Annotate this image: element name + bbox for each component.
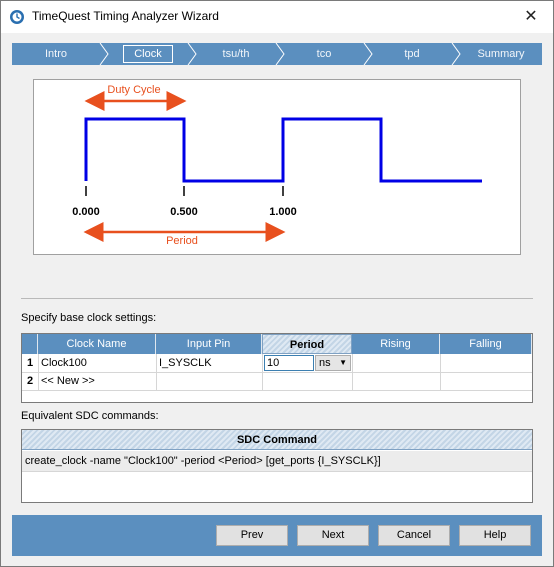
clock-settings-table: Clock Name Input Pin Period Rising Falli… xyxy=(21,333,533,403)
wizard-footer: Prev Next Cancel Help xyxy=(12,515,542,556)
section-divider xyxy=(21,298,533,299)
clock-waveform-diagram: Duty Cycle 0.000 0.500 1.000 Period xyxy=(33,79,521,255)
period-label: Period xyxy=(166,235,198,247)
row-divider xyxy=(22,390,532,391)
sdc-command-row[interactable]: create_clock -name "Clock100" -period <P… xyxy=(22,451,532,472)
period-unit-select[interactable]: ns ▼ xyxy=(315,355,351,371)
column-header-sdc-command[interactable]: SDC Command xyxy=(22,430,532,450)
clock-name-cell[interactable]: Clock100 xyxy=(41,355,153,372)
column-divider xyxy=(262,354,263,390)
cancel-button[interactable]: Cancel xyxy=(378,525,450,546)
step-tpd[interactable]: tpd xyxy=(372,43,452,65)
tick-label: 0.500 xyxy=(170,206,198,218)
column-header-rising[interactable]: Rising xyxy=(352,334,440,354)
period-input[interactable]: 10 xyxy=(264,355,314,371)
input-pin-cell[interactable]: I_SYSCLK xyxy=(159,355,259,372)
step-tco[interactable]: tco xyxy=(284,43,364,65)
column-divider xyxy=(38,354,39,390)
sdc-commands-table: SDC Command create_clock -name "Clock100… xyxy=(21,429,533,503)
dropdown-arrow-icon: ▼ xyxy=(339,358,347,367)
row-header-corner xyxy=(22,334,38,354)
column-divider xyxy=(440,354,441,390)
column-divider xyxy=(352,354,353,390)
step-summary[interactable]: Summary xyxy=(460,43,542,65)
waveform-svg: Duty Cycle 0.000 0.500 1.000 Period xyxy=(72,84,482,247)
next-button[interactable]: Next xyxy=(297,525,369,546)
sdc-commands-label: Equivalent SDC commands: xyxy=(21,410,159,422)
row-number: 2 xyxy=(22,373,38,390)
clock-waveform xyxy=(84,117,482,183)
help-button[interactable]: Help xyxy=(459,525,531,546)
duty-cycle-label: Duty Cycle xyxy=(107,84,160,96)
column-divider xyxy=(156,354,157,390)
tick-label: 1.000 xyxy=(269,206,297,218)
new-clock-cell[interactable]: << New >> xyxy=(41,373,153,390)
wizard-window: TimeQuest Timing Analyzer Wizard ✕ Intro… xyxy=(0,0,554,567)
window-title: TimeQuest Timing Analyzer Wizard xyxy=(32,9,219,23)
column-header-falling[interactable]: Falling xyxy=(440,334,532,354)
row-number: 1 xyxy=(22,355,38,372)
step-tsu-th[interactable]: tsu/th xyxy=(196,43,276,65)
column-header-period[interactable]: Period xyxy=(262,334,352,354)
unit-value: ns xyxy=(319,357,331,369)
close-icon[interactable]: ✕ xyxy=(509,1,553,31)
column-header-input-pin[interactable]: Input Pin xyxy=(156,334,262,354)
timequest-app-icon xyxy=(10,10,24,24)
wizard-step-bar: Intro Clock tsu/th tco tpd Summary xyxy=(12,43,542,65)
step-intro[interactable]: Intro xyxy=(12,43,100,65)
tick-label: 0.000 xyxy=(72,206,100,218)
title-bar: TimeQuest Timing Analyzer Wizard ✕ xyxy=(1,1,553,33)
prev-button[interactable]: Prev xyxy=(216,525,288,546)
step-clock[interactable]: Clock xyxy=(108,43,188,65)
column-header-clock-name[interactable]: Clock Name xyxy=(38,334,156,354)
clock-settings-label: Specify base clock settings: xyxy=(21,312,157,324)
